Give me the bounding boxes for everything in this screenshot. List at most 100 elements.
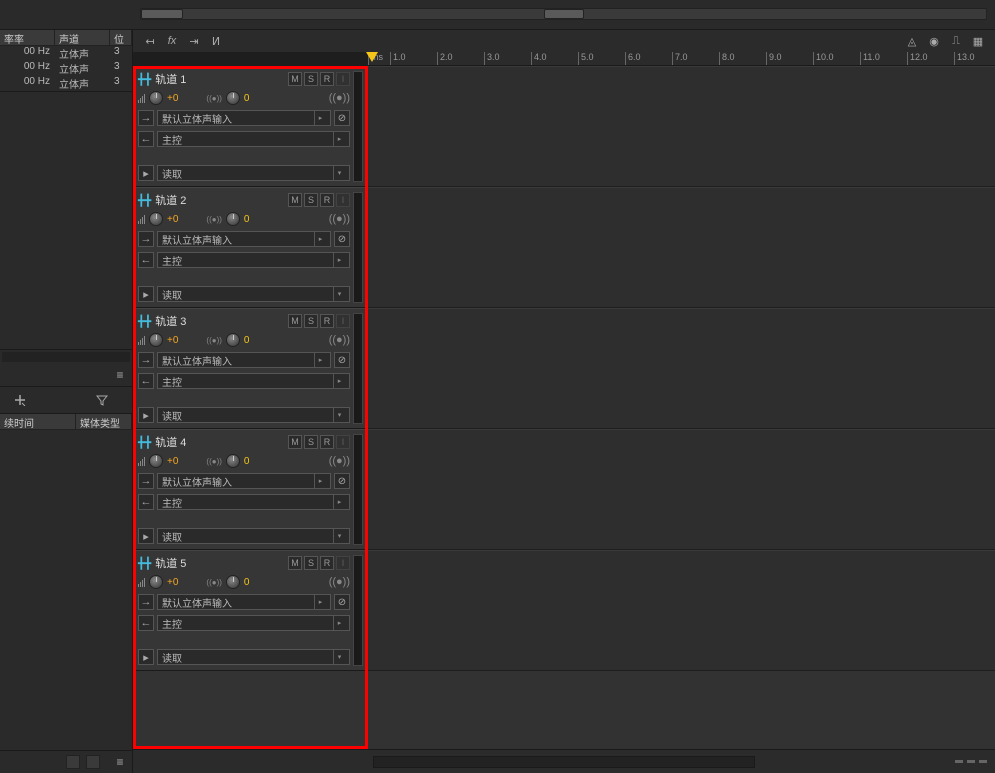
time-ruler[interactable]: ms 1.02.03.04.05.06.07.08.09.010.011.012… [368, 52, 995, 66]
tool-send-icon[interactable]: ⇥ [185, 33, 203, 49]
pan-value[interactable]: 0 [244, 93, 250, 104]
output-dropdown[interactable]: 主控▸ [157, 131, 350, 147]
input-fx-button[interactable]: ⊘ [334, 231, 350, 247]
overview-thumb-left[interactable] [141, 9, 183, 19]
automation-dropdown[interactable]: 读取▾ [157, 528, 350, 544]
mute-button[interactable]: M [288, 314, 302, 328]
mute-button[interactable]: M [288, 193, 302, 207]
track-lane[interactable] [368, 308, 995, 429]
volume-knob[interactable] [149, 91, 163, 105]
output-arrow-icon[interactable]: ← [138, 373, 154, 389]
input-dropdown[interactable]: 默认立体声输入▸ [157, 231, 331, 247]
col-rate[interactable]: 率率 [0, 30, 55, 45]
volume-knob[interactable] [149, 212, 163, 226]
tool-grid-icon[interactable]: ▦ [969, 33, 987, 49]
col-channels[interactable]: 声道 [55, 30, 110, 45]
output-arrow-icon[interactable]: ← [138, 615, 154, 631]
zoom-handle-3[interactable] [979, 760, 987, 764]
solo-button[interactable]: S [304, 435, 318, 449]
mute-button[interactable]: M [288, 435, 302, 449]
volume-knob[interactable] [149, 454, 163, 468]
pan-value[interactable]: 0 [244, 214, 250, 225]
volume-knob[interactable] [149, 333, 163, 347]
col-media-type[interactable]: 媒体类型 [76, 414, 132, 429]
automation-dropdown[interactable]: 读取▾ [157, 649, 350, 665]
automation-play-icon[interactable]: ▸ [138, 528, 154, 544]
monitor-button[interactable]: I [336, 193, 350, 207]
automation-play-icon[interactable]: ▸ [138, 649, 154, 665]
input-arrow-icon[interactable]: → [138, 594, 154, 610]
track-lane[interactable] [368, 429, 995, 550]
tool-eq-icon[interactable]: ⵍ [207, 33, 225, 49]
track-name[interactable]: 轨道 5 [155, 555, 186, 571]
input-arrow-icon[interactable]: → [138, 473, 154, 489]
signal-icon[interactable]: ((●)) [329, 455, 350, 467]
pan-knob[interactable] [226, 212, 240, 226]
file-row[interactable]: 00 Hz立体声3 [0, 76, 132, 91]
input-dropdown[interactable]: 默认立体声输入▸ [157, 594, 331, 610]
solo-button[interactable]: S [304, 72, 318, 86]
pan-knob[interactable] [226, 91, 240, 105]
zoom-handle-2[interactable] [967, 760, 975, 764]
output-arrow-icon[interactable]: ← [138, 494, 154, 510]
file-row[interactable]: 00 Hz立体声3 [0, 46, 132, 61]
input-arrow-icon[interactable]: → [138, 231, 154, 247]
track-lane[interactable] [368, 187, 995, 308]
volume-value[interactable]: +0 [167, 93, 178, 104]
signal-icon[interactable]: ((●)) [329, 576, 350, 588]
automation-dropdown[interactable]: 读取▾ [157, 407, 350, 423]
solo-button[interactable]: S [304, 556, 318, 570]
panel-menu-icon[interactable]: ≡ [112, 368, 128, 382]
pan-value[interactable]: 0 [244, 335, 250, 346]
volume-value[interactable]: +0 [167, 335, 178, 346]
pan-knob[interactable] [226, 333, 240, 347]
add-icon[interactable] [12, 393, 28, 407]
output-dropdown[interactable]: 主控▸ [157, 252, 350, 268]
col-duration[interactable]: 续时间 [0, 414, 76, 429]
input-dropdown[interactable]: 默认立体声输入▸ [157, 110, 331, 126]
zoom-handle-1[interactable] [955, 760, 963, 764]
output-arrow-icon[interactable]: ← [138, 252, 154, 268]
pan-value[interactable]: 0 [244, 577, 250, 588]
input-fx-button[interactable]: ⊘ [334, 352, 350, 368]
file-list-scroll[interactable] [2, 352, 130, 362]
mute-button[interactable]: M [288, 72, 302, 86]
monitor-button[interactable]: I [336, 314, 350, 328]
file-row[interactable]: 00 Hz立体声3 [0, 61, 132, 76]
panel-btn-1[interactable] [66, 755, 80, 769]
input-fx-button[interactable]: ⊘ [334, 594, 350, 610]
volume-value[interactable]: +0 [167, 577, 178, 588]
input-dropdown[interactable]: 默认立体声输入▸ [157, 473, 331, 489]
volume-knob[interactable] [149, 575, 163, 589]
record-button[interactable]: R [320, 556, 334, 570]
pan-value[interactable]: 0 [244, 456, 250, 467]
track-lane[interactable] [368, 550, 995, 671]
solo-button[interactable]: S [304, 314, 318, 328]
output-arrow-icon[interactable]: ← [138, 131, 154, 147]
pan-knob[interactable] [226, 454, 240, 468]
output-dropdown[interactable]: 主控▸ [157, 373, 350, 389]
panel-btn-2[interactable] [86, 755, 100, 769]
signal-icon[interactable]: ((●)) [329, 92, 350, 104]
record-button[interactable]: R [320, 72, 334, 86]
monitor-button[interactable]: I [336, 556, 350, 570]
pan-knob[interactable] [226, 575, 240, 589]
monitor-button[interactable]: I [336, 435, 350, 449]
automation-play-icon[interactable]: ▸ [138, 407, 154, 423]
input-fx-button[interactable]: ⊘ [334, 110, 350, 126]
col-bits[interactable]: 位 [110, 30, 132, 45]
filter-icon[interactable] [94, 393, 110, 407]
record-button[interactable]: R [320, 435, 334, 449]
overview-scrollbar[interactable] [140, 8, 987, 20]
input-arrow-icon[interactable]: → [138, 110, 154, 126]
track-name[interactable]: 轨道 1 [155, 71, 186, 87]
automation-dropdown[interactable]: 读取▾ [157, 286, 350, 302]
track-name[interactable]: 轨道 3 [155, 313, 186, 329]
playhead-icon[interactable] [366, 52, 378, 64]
track-name[interactable]: 轨道 4 [155, 434, 186, 450]
record-button[interactable]: R [320, 314, 334, 328]
automation-play-icon[interactable]: ▸ [138, 286, 154, 302]
monitor-button[interactable]: I [336, 72, 350, 86]
track-name[interactable]: 轨道 2 [155, 192, 186, 208]
tool-back-icon[interactable]: ↤ [141, 33, 159, 49]
